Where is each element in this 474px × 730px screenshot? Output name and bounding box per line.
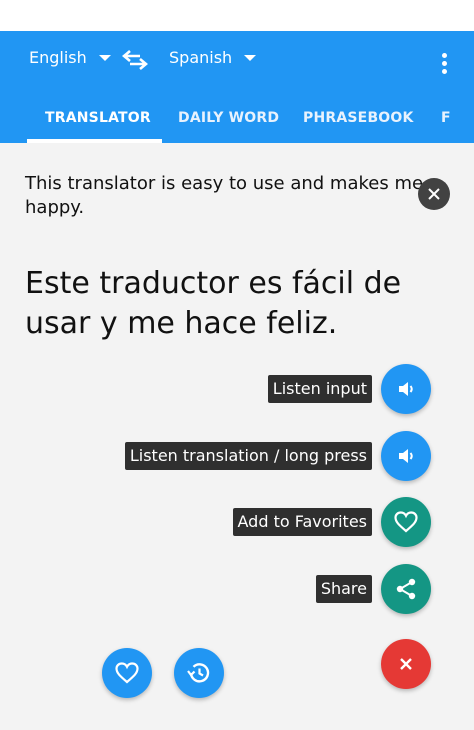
speaker-icon [399, 449, 413, 463]
tab-phrasebook[interactable]: PHRASEBOOK [303, 110, 414, 126]
source-language-label: English [29, 48, 87, 67]
more-vert-icon[interactable] [434, 53, 454, 79]
target-language-selector[interactable]: Spanish [169, 48, 257, 67]
fab-close-row [381, 639, 431, 689]
history-button[interactable] [174, 648, 224, 698]
add-favorites-button[interactable] [381, 497, 431, 547]
listen-input-label[interactable]: Listen input [267, 375, 372, 403]
tab-translator[interactable]: TRANSLATOR [45, 110, 151, 126]
share-icon [396, 578, 416, 600]
listen-translation-button[interactable] [381, 431, 431, 481]
translation-output: Este traductor es fácil de usar y me hac… [25, 266, 402, 341]
favorites-button[interactable] [102, 648, 152, 698]
translator-screen: English Spanish TRANSLATOR DAILY WORD PH… [0, 0, 474, 730]
close-icon [400, 658, 412, 670]
status-bar [0, 0, 474, 31]
share-button[interactable] [381, 564, 431, 614]
active-tab-indicator [27, 139, 162, 143]
tab-daily-word[interactable]: DAILY WORD [178, 110, 279, 126]
swap-arrows-icon[interactable] [122, 49, 148, 71]
history-icon [187, 663, 210, 683]
target-language-label: Spanish [169, 48, 233, 67]
fab-add-favorites-row: Add to Favorites [232, 497, 431, 547]
input-text[interactable]: This translator is easy to use and makes… [25, 172, 425, 220]
close-fab-button[interactable] [381, 639, 431, 689]
source-language-selector[interactable]: English [29, 48, 111, 67]
tab-partial[interactable]: F [441, 110, 451, 126]
share-label[interactable]: Share [315, 575, 372, 603]
dropdown-caret-icon [244, 54, 257, 61]
add-favorites-label[interactable]: Add to Favorites [232, 508, 372, 536]
heart-outline-icon [115, 662, 139, 684]
listen-translation-label[interactable]: Listen translation / long press [124, 442, 372, 470]
fab-share-row: Share [315, 564, 431, 614]
tab-bar: TRANSLATOR DAILY WORD PHRASEBOOK F [0, 106, 474, 143]
clear-input-button[interactable] [418, 178, 450, 210]
heart-outline-icon [394, 511, 418, 533]
app-bar: English Spanish TRANSLATOR DAILY WORD PH… [0, 31, 474, 143]
dropdown-caret-icon [98, 54, 111, 61]
fab-listen-input-row: Listen input [267, 364, 431, 414]
fab-listen-translation-row: Listen translation / long press [124, 431, 431, 481]
speaker-icon [399, 382, 413, 396]
close-icon [428, 188, 440, 200]
listen-input-button[interactable] [381, 364, 431, 414]
